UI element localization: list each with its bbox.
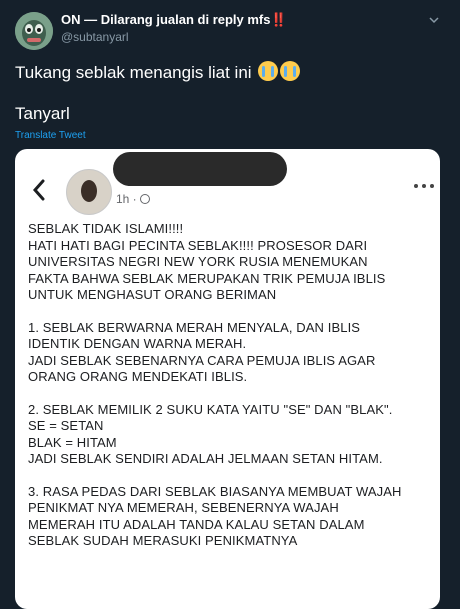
tweet-media-image[interactable]: 1h · SEBLAK TIDAK ISLAMI!!!! HATI HATI BA…: [15, 149, 440, 609]
post-line: SEBLAK TIDAK ISLAMI!!!!: [28, 221, 184, 236]
post-body: SEBLAK TIDAK ISLAMI!!!! HATI HATI BAGI PE…: [28, 221, 438, 550]
tweet: ON — Dilarang jualan di reply mfs‼️ @sub…: [0, 0, 460, 609]
post-line: FAKTA BAHWA SEBLAK MERUPAKAN TRIK PEMUJA…: [28, 270, 386, 286]
tweet-text-content: Tukang seblak menangis liat ini: [15, 63, 252, 82]
loudly-crying-face-icon: [258, 61, 279, 81]
post-line: SEBLAK SUDAH MERASUKI PENIKMATNYA: [28, 533, 298, 548]
post-line: UNIVERSITAS NEGRI NEW YORK RUSIA MENEMUK…: [28, 254, 368, 269]
avatar[interactable]: [15, 12, 53, 50]
post-time-text: 1h ·: [116, 192, 137, 206]
post-line: BLAK = HITAM: [28, 434, 117, 450]
post-time: 1h ·: [116, 192, 150, 206]
post-line: 3. RASA PEDAS DARI SEBLAK BIASANYA MEMBU…: [28, 483, 402, 499]
loudly-crying-face-icon: [280, 61, 301, 81]
post-line: UNTUK MENGHASUT ORANG BERIMAN: [28, 287, 277, 302]
post-line: JADI SEBLAK SEBENARNYA CARA PEMUJA IBLIS…: [28, 352, 376, 368]
post-line: 2. SEBLAK MEMILIK 2 SUKU KATA YAITU "SE"…: [28, 401, 393, 417]
display-name-emoji: ‼️: [270, 12, 287, 27]
redacted-name: [113, 152, 287, 186]
more-dots-icon: [414, 184, 434, 190]
user-handle[interactable]: @subtanyarl: [61, 30, 129, 44]
post-line: 1. SEBLAK BERWARNA MERAH MENYALA, DAN IB…: [28, 319, 361, 335]
post-line: MEMERAH ITU ADALAH TANDA KALAU SETAN DAL…: [28, 516, 365, 532]
post-line: SE = SETAN: [28, 418, 104, 433]
post-line: IDENTIK DENGAN WARNA MERAH.: [28, 336, 247, 351]
chevron-down-icon[interactable]: [428, 14, 440, 26]
display-name-text[interactable]: ON — Dilarang jualan di reply mfs: [61, 12, 271, 27]
back-arrow-icon: [32, 179, 45, 201]
post-author-avatar: [66, 169, 112, 215]
post-line: HATI HATI BAGI PECINTA SEBLAK!!!! PROSES…: [28, 237, 368, 253]
post-line: ORANG ORANG MENDEKATI IBLIS.: [28, 369, 248, 384]
tweet-text: Tukang seblak menangis liat ini 😭😭: [15, 61, 301, 83]
post-line: JADI SEBLAK SENDIRI ADALAH JELMAAN SETAN…: [28, 451, 383, 466]
globe-icon: [139, 194, 150, 204]
display-name[interactable]: ON — Dilarang jualan di reply mfs‼️: [61, 12, 287, 28]
tweet-text-line2: Tanyarl: [15, 104, 70, 123]
translate-tweet-link[interactable]: Translate Tweet: [15, 130, 86, 141]
post-line: PENIKMAT NYA MEMERAH, SEBENERNYA WAJAH: [28, 500, 339, 515]
